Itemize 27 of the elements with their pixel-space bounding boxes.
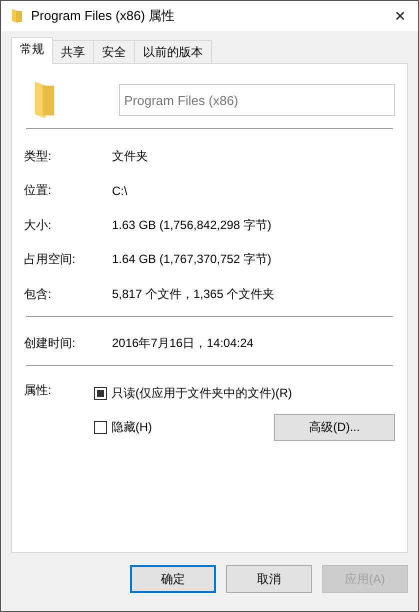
advanced-button[interactable]: 高级(D)... — [274, 414, 395, 440]
field-label: 属性: — [24, 382, 52, 399]
checkbox-label[interactable]: 隐藏(H) — [111, 418, 152, 436]
folder-icon — [11, 8, 23, 24]
tab[interactable]: 以前的版本 — [134, 40, 212, 63]
field-label: 创建时间: — [24, 335, 76, 352]
close-button[interactable]: ✕ — [392, 8, 408, 24]
field-label: 占用空间: — [24, 251, 76, 268]
window-title: Program Files (x86) 属性 — [31, 7, 176, 25]
field-label: 类型: — [24, 148, 52, 165]
field-value: 1.64 GB (1,767,370,752 字节) — [112, 251, 272, 268]
field-label: 大小: — [24, 216, 52, 234]
field-label: 包含: — [24, 286, 52, 303]
field-value: C:\ — [112, 184, 128, 198]
folder-icon — [34, 80, 56, 120]
field-label: 位置: — [24, 182, 52, 200]
dialog-button[interactable]: 取消 — [226, 565, 312, 593]
field-value: 文件夹 — [112, 148, 148, 165]
checkbox[interactable] — [94, 386, 108, 400]
dialog-button[interactable]: 确定 — [130, 565, 216, 593]
checkbox[interactable] — [94, 420, 108, 434]
name-field[interactable]: Program Files (x86) — [119, 84, 395, 116]
field-value: 1.63 GB (1,756,842,298 字节) — [112, 216, 272, 234]
checkbox-label[interactable]: 只读(仅应用于文件夹中的文件)(R) — [111, 384, 292, 402]
field-value: 5,817 个文件，1,365 个文件夹 — [112, 286, 275, 303]
field-value: 2016年7月16日，14:04:24 — [112, 335, 254, 352]
tab[interactable]: 常规 — [11, 37, 53, 64]
